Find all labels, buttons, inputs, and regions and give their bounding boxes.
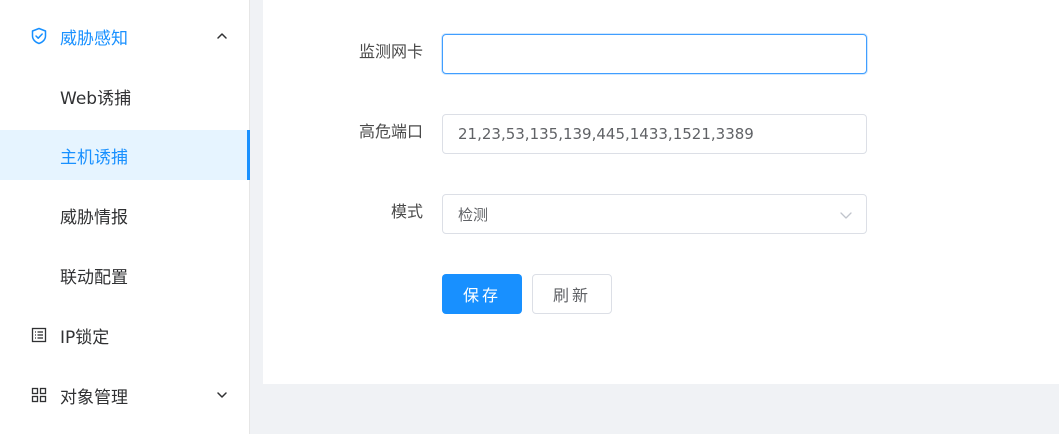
chevron-down-icon — [838, 207, 854, 223]
shield-check-icon — [30, 27, 48, 45]
grid-icon — [30, 386, 48, 404]
nic-input[interactable] — [442, 34, 867, 74]
sidebar-item-label: 威胁情报 — [60, 207, 128, 228]
sidebar-item-linkage-config[interactable]: 联动配置 — [0, 250, 250, 300]
sidebar-item-host-trap[interactable]: 主机诱捕 — [0, 130, 250, 180]
main-content: 监测网卡 高危端口 21,23,53,135,139,445,1433,1521… — [263, 0, 1059, 384]
sidebar-item-label: IP锁定 — [60, 327, 110, 348]
sidebar-item-ip-lock[interactable]: IP锁定 — [0, 310, 250, 360]
chevron-up-icon — [214, 28, 230, 44]
sidebar-item-object-management[interactable]: 对象管理 — [0, 370, 250, 420]
nic-label: 监测网卡 — [358, 42, 423, 61]
mode-label: 模式 — [390, 202, 423, 221]
sidebar-item-label: 联动配置 — [60, 267, 128, 288]
sidebar-item-label: 对象管理 — [60, 387, 128, 408]
ports-label: 高危端口 — [358, 122, 423, 141]
ports-input[interactable]: 21,23,53,135,139,445,1433,1521,3389 — [442, 114, 867, 154]
mode-select-value: 检测 — [458, 205, 489, 224]
chevron-down-icon — [214, 387, 230, 403]
sidebar-item-label: Web诱捕 — [60, 88, 132, 109]
sidebar: 威胁感知 Web诱捕 主机诱捕 威胁情报 联动配置 IP锁定 对象管理 — [0, 0, 250, 434]
refresh-button[interactable]: 刷新 — [532, 274, 612, 314]
sidebar-item-web-trap[interactable]: Web诱捕 — [0, 71, 250, 121]
mode-select[interactable]: 检测 — [442, 194, 867, 234]
sidebar-item-label: 威胁感知 — [60, 28, 128, 49]
ports-input-value: 21,23,53,135,139,445,1433,1521,3389 — [458, 125, 754, 143]
save-button[interactable]: 保存 — [442, 274, 522, 314]
list-icon — [30, 326, 48, 344]
sidebar-item-threat-intel[interactable]: 威胁情报 — [0, 190, 250, 240]
sidebar-item-threat-awareness[interactable]: 威胁感知 — [0, 11, 250, 61]
sidebar-item-label: 主机诱捕 — [60, 147, 128, 168]
